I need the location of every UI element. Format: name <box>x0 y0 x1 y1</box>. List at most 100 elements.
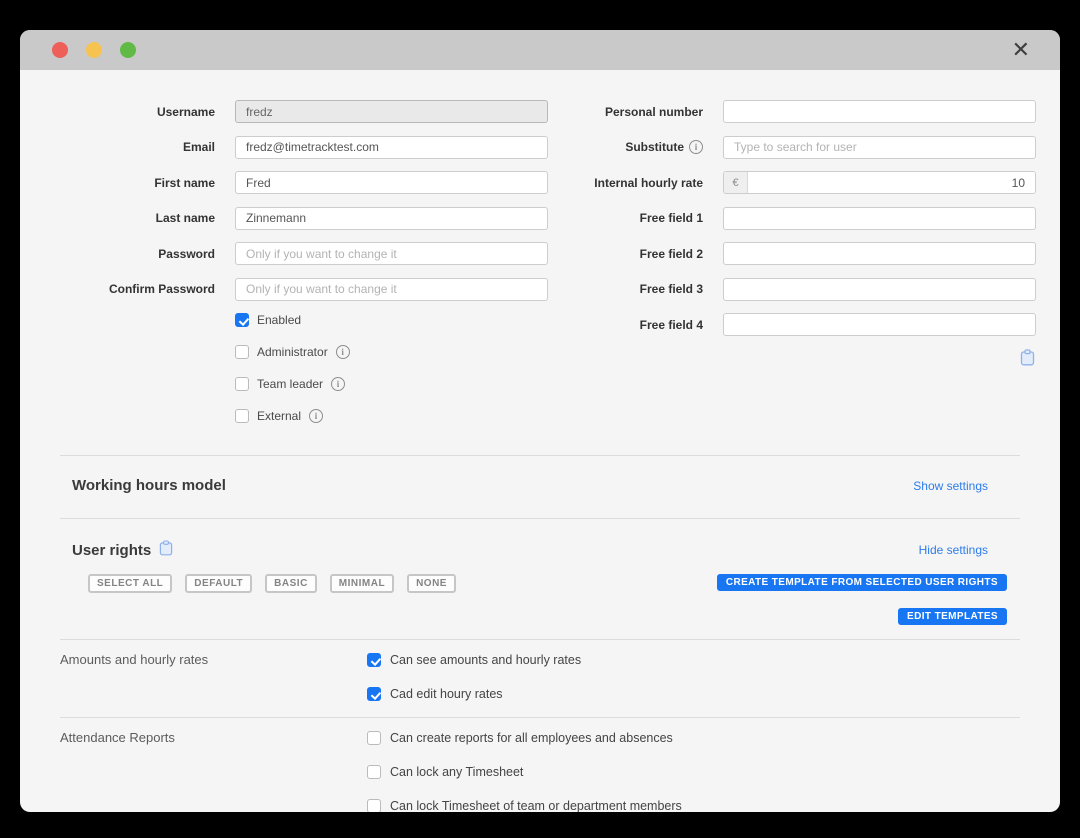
none-button[interactable]: NONE <box>407 574 456 593</box>
free-field-4-row: Free field 4 <box>548 313 1036 336</box>
email-label: Email <box>60 140 215 154</box>
rights-group-items: Can see amounts and hourly rates Cad edi… <box>367 649 581 701</box>
substitute-search-field[interactable] <box>723 136 1036 159</box>
external-label: External <box>257 409 301 423</box>
free-field-2-input[interactable] <box>723 242 1036 265</box>
page-background: ✕ Username Email First name <box>0 0 1080 838</box>
first-name-field[interactable] <box>235 171 548 194</box>
window-titlebar: ✕ <box>20 30 1060 70</box>
form-left-column: Username Email First name Last name <box>60 100 548 441</box>
close-icon[interactable]: ✕ <box>1012 39 1030 61</box>
personal-number-row: Personal number <box>548 100 1036 123</box>
free-field-2-row: Free field 2 <box>548 242 1036 265</box>
window-controls <box>52 42 136 58</box>
username-row: Username <box>60 100 548 123</box>
free-field-1-input[interactable] <box>723 207 1036 230</box>
basic-button[interactable]: BASIC <box>265 574 317 593</box>
can-see-amounts-checkbox[interactable] <box>367 653 381 667</box>
info-icon[interactable] <box>309 409 323 423</box>
can-lock-any-timesheet-checkbox[interactable] <box>367 765 381 779</box>
enabled-label: Enabled <box>257 313 301 327</box>
enabled-checkbox-row: Enabled <box>235 313 548 327</box>
create-template-button[interactable]: CREATE TEMPLATE FROM SELECTED USER RIGHT… <box>717 574 1007 591</box>
info-icon[interactable] <box>331 377 345 391</box>
copy-fields-row <box>548 349 1036 371</box>
default-button[interactable]: DEFAULT <box>185 574 252 593</box>
internal-hourly-rate-row: Internal hourly rate € <box>548 171 1036 194</box>
rights-group-amounts: Amounts and hourly rates Can see amounts… <box>60 640 1020 717</box>
maximize-window-icon[interactable] <box>120 42 136 58</box>
right-item-row: Can lock Timesheet of team or department… <box>367 799 682 812</box>
last-name-row: Last name <box>60 207 548 230</box>
administrator-label: Administrator <box>257 345 328 359</box>
working-hours-title: Working hours model <box>72 477 226 494</box>
rights-group-name: Attendance Reports <box>60 727 367 812</box>
external-checkbox[interactable] <box>235 409 249 423</box>
currency-euro-addon: € <box>724 172 748 193</box>
personal-number-field[interactable] <box>723 100 1036 123</box>
close-window-icon[interactable] <box>52 42 68 58</box>
clipboard-icon[interactable] <box>1020 349 1035 371</box>
team-leader-label: Team leader <box>257 377 323 391</box>
edit-templates-button[interactable]: EDIT TEMPLATES <box>898 608 1007 625</box>
first-name-label: First name <box>60 176 215 190</box>
free-field-4-input[interactable] <box>723 313 1036 336</box>
password-label: Password <box>60 247 215 261</box>
working-hours-section-header: Working hours model Show settings <box>60 456 1020 518</box>
confirm-password-label: Confirm Password <box>60 282 215 296</box>
free-field-3-input[interactable] <box>723 278 1036 301</box>
rights-group-name: Amounts and hourly rates <box>60 649 367 701</box>
password-field[interactable] <box>235 242 548 265</box>
right-item-row: Can see amounts and hourly rates <box>367 653 581 667</box>
user-rights-title-text: User rights <box>72 542 151 559</box>
free-field-4-label: Free field 4 <box>548 318 703 332</box>
username-input[interactable] <box>235 100 548 123</box>
free-field-3-row: Free field 3 <box>548 278 1036 301</box>
info-icon[interactable] <box>689 140 703 154</box>
free-field-3-label: Free field 3 <box>548 282 703 296</box>
minimize-window-icon[interactable] <box>86 42 102 58</box>
edit-templates-row: EDIT TEMPLATES <box>60 593 1020 639</box>
user-form: Username Email First name Last name <box>60 100 1020 441</box>
show-settings-link[interactable]: Show settings <box>913 479 988 493</box>
right-item-label: Cad edit houry rates <box>390 687 503 701</box>
substitute-label: Substitute <box>548 140 703 154</box>
internal-hourly-rate-field[interactable] <box>748 172 1035 193</box>
can-create-reports-checkbox[interactable] <box>367 731 381 745</box>
internal-hourly-rate-label: Internal hourly rate <box>548 176 703 190</box>
administrator-checkbox[interactable] <box>235 345 249 359</box>
modal-body: Username Email First name Last name <box>20 70 1060 812</box>
clipboard-icon[interactable] <box>159 540 173 560</box>
external-checkbox-row: External <box>235 409 548 423</box>
right-item-row: Can lock any Timesheet <box>367 765 682 779</box>
team-leader-checkbox[interactable] <box>235 377 249 391</box>
first-name-row: First name <box>60 171 548 194</box>
user-settings-modal: ✕ Username Email First name <box>20 30 1060 812</box>
free-field-1-label: Free field 1 <box>548 211 703 225</box>
rights-group-attendance: Attendance Reports Can create reports fo… <box>60 718 1020 812</box>
right-item-label: Can see amounts and hourly rates <box>390 653 581 667</box>
info-icon[interactable] <box>336 345 350 359</box>
personal-number-label: Personal number <box>548 105 703 119</box>
team-leader-checkbox-row: Team leader <box>235 377 548 391</box>
can-lock-team-timesheet-checkbox[interactable] <box>367 799 381 812</box>
minimal-button[interactable]: MINIMAL <box>330 574 394 593</box>
free-field-1-row: Free field 1 <box>548 207 1036 230</box>
password-row: Password <box>60 242 548 265</box>
can-edit-hourly-rates-checkbox[interactable] <box>367 687 381 701</box>
last-name-field[interactable] <box>235 207 548 230</box>
preset-button-group: SELECT ALL DEFAULT BASIC MINIMAL NONE <box>88 574 456 593</box>
last-name-label: Last name <box>60 211 215 225</box>
confirm-password-row: Confirm Password <box>60 278 548 301</box>
right-item-label: Can create reports for all employees and… <box>390 731 673 745</box>
hide-settings-link[interactable]: Hide settings <box>919 543 988 557</box>
email-field[interactable] <box>235 136 548 159</box>
free-field-2-label: Free field 2 <box>548 247 703 261</box>
right-item-label: Can lock Timesheet of team or department… <box>390 799 682 812</box>
select-all-button[interactable]: SELECT ALL <box>88 574 172 593</box>
confirm-password-field[interactable] <box>235 278 548 301</box>
enabled-checkbox[interactable] <box>235 313 249 327</box>
administrator-checkbox-row: Administrator <box>235 345 548 359</box>
username-label: Username <box>60 105 215 119</box>
substitute-label-text: Substitute <box>625 140 684 154</box>
